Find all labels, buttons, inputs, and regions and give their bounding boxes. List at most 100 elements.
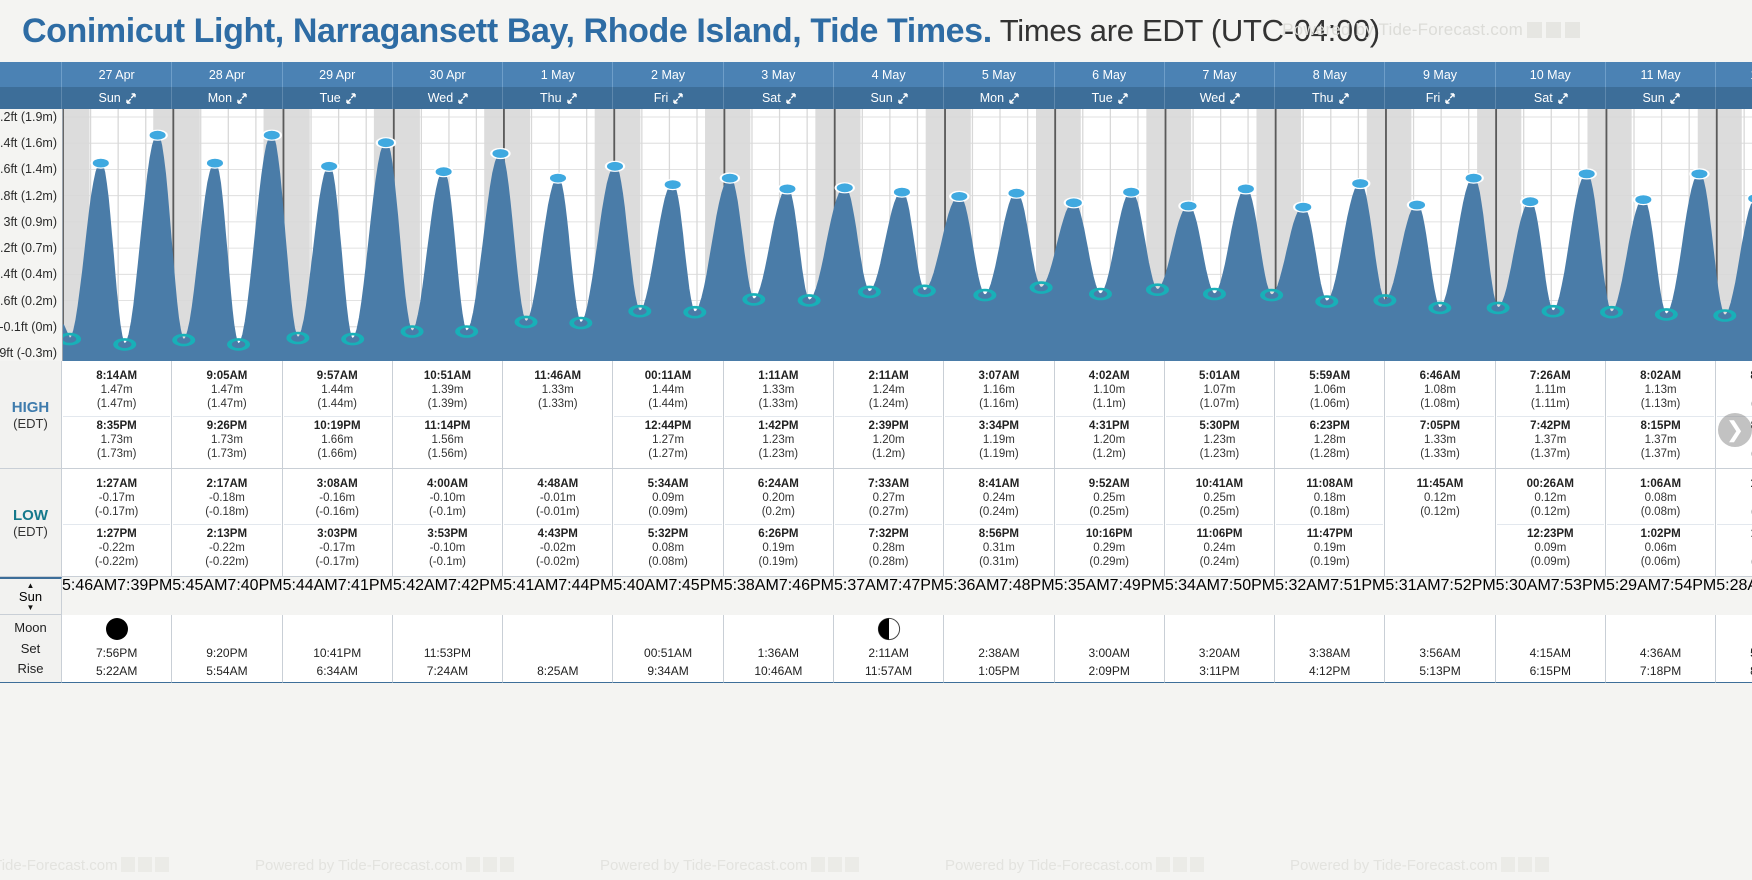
tide-height-alt: (-0.17m) [315,556,359,569]
date-header-3[interactable]: 30 Apr [392,62,504,87]
day-header-13[interactable]: Sat [1495,87,1606,109]
expand-arrow-icon[interactable] [1557,92,1568,104]
tide-event: 00:26AM 0.12m (0.12m) [1497,475,1604,522]
high-tide-cell-10: 5:01AM 1.07m (1.07m) 5:30PM 1.23m (1.23m) [1164,361,1276,470]
sunset-time: 7:41PM [337,577,393,595]
date-header-6[interactable]: 3 May [723,62,834,87]
date-header-2[interactable]: 29 Apr [282,62,393,87]
tide-event: 4:48AM -0.01m (-0.01m) [504,475,611,522]
date-header-0[interactable]: 27 Apr [62,62,173,87]
high-tide-marker [204,157,226,169]
tide-height-alt: (1.23m) [1199,448,1240,461]
expand-arrow-icon[interactable] [1445,92,1455,104]
tide-height-alt: (1.56m) [427,448,468,461]
tide-height: 0.19m [762,542,795,555]
day-header-14[interactable]: Sun [1605,87,1717,109]
high-tide-cell-6: 1:11AM 1.33m (1.33m) 1:42PM 1.23m (1.23m) [723,361,834,470]
moon-cell-5: 00:51AM 9:34AM [613,615,724,684]
tide-event: 11:47PM 0.19m (0.19m) [1276,524,1384,572]
tide-height: 1.73m [100,434,133,447]
tide-height: 0.19m [1313,542,1346,555]
tide-height-alt: (1.47m) [96,398,137,411]
date-header-1[interactable]: 28 Apr [172,62,283,87]
expand-arrow-icon[interactable] [566,92,577,104]
expand-arrow-icon[interactable] [237,92,247,104]
day-name: Sun [870,91,893,105]
next-page-arrow-icon[interactable]: ❯ [1718,413,1752,447]
expand-arrow-icon[interactable] [786,92,796,104]
day-header-0[interactable]: Sun [62,87,173,109]
tide-event: 9:57AM 1.44m (1.44m) [284,367,391,414]
tide-height: -0.22m [209,542,245,555]
moonrise-time: 6:15PM [1529,663,1571,678]
sun-cell-5: 5:40AM7:45PM [613,577,723,615]
tide-height-alt: (0.31m) [979,556,1019,569]
date-header-12[interactable]: 9 May [1385,62,1496,87]
expand-arrow-icon[interactable] [1009,92,1019,104]
day-header-11[interactable]: Thu [1275,87,1386,109]
moon-times: 3:20AM 3:11PM [1199,645,1240,682]
tide-time: 11:46AM [534,370,582,382]
expand-arrow-icon[interactable] [1338,92,1349,104]
date-header-14[interactable]: 11 May [1605,62,1717,87]
sunrise-time: 5:40AM [613,577,669,595]
day-name: Sat [761,91,781,105]
high-tide-cell-2: 9:57AM 1.44m (1.44m) 10:19PM 1.66m (1.66m) [282,361,393,470]
expand-arrow-icon[interactable] [1230,92,1240,104]
expand-arrow-icon[interactable] [458,92,468,104]
expand-arrow-icon[interactable] [1670,92,1680,104]
tide-time: 8:56PM [978,528,1020,541]
tide-height: 1.28m [1313,434,1346,447]
tide-time: 1:46AM [1717,477,1752,491]
day-header-3[interactable]: Wed [392,87,504,109]
expand-arrow-icon[interactable] [126,92,136,104]
date-header-4[interactable]: 1 May [503,62,614,87]
low-tide-cell-7: 7:33AM 0.27m (0.27m) 7:32PM 0.28m (0.28m) [833,469,945,578]
tide-event: 4:00AM -0.10m (-0.1m) [394,475,501,522]
date-header-11[interactable]: 8 May [1275,62,1386,87]
date-header-7[interactable]: 4 May [833,62,945,87]
tide-time: 9:57AM [316,370,358,382]
sunset-time: 7:54PM [1661,577,1717,595]
tide-time: 8:14AM [96,370,138,382]
watermark-icon-3 [1565,22,1580,38]
day-header-10[interactable]: Wed [1164,87,1276,109]
date-header-13[interactable]: 10 May [1495,62,1606,87]
tide-height-alt: (0.29m) [1089,556,1129,569]
date-header-9[interactable]: 6 May [1054,62,1165,87]
day-header-12[interactable]: Fri [1385,87,1496,109]
day-header-1[interactable]: Mon [172,87,283,109]
day-header-5[interactable]: Fri [613,87,724,109]
date-header-15[interactable]: 12 May [1716,62,1752,87]
day-name: Tue [319,91,341,105]
day-header-7[interactable]: Sun [833,87,945,109]
high-tide-marker [147,129,168,141]
y-axis-tick-4: 3ft (0.9m) [3,214,58,229]
low-tide-cell-5: 5:34AM 0.09m (0.09m) 5:32PM 0.08m (0.08m) [613,469,724,578]
day-header-8[interactable]: Mon [944,87,1055,109]
day-header-2[interactable]: Tue [282,87,393,109]
expand-arrow-icon[interactable] [1118,92,1128,104]
expand-arrow-icon[interactable] [898,92,908,104]
day-header-6[interactable]: Sat [723,87,834,109]
moonset-time: 11:53PM [423,646,472,661]
tide-height: 1.47m [210,384,243,397]
day-header-15[interactable]: Mon [1716,87,1752,109]
date-header-5[interactable]: 2 May [613,62,724,87]
day-header-9[interactable]: Tue [1054,87,1165,109]
expand-arrow-icon[interactable] [346,92,356,104]
tide-event: 10:41AM 0.25m (0.25m) [1166,475,1273,522]
tide-time: 5:59AM [1309,370,1351,382]
sunset-time: 7:42PM [447,577,504,595]
date-header-8[interactable]: 5 May [944,62,1055,87]
tide-time: 6:24AM [757,478,799,491]
sun-cell-11: 5:32AM7:51PM [1275,577,1385,615]
tide-time: 1:27PM [96,528,137,541]
sunset-arrow-icon: ▼ [26,603,35,613]
tide-height-alt: (1.33m) [758,398,799,411]
y-axis-tick-1: 5.4ft (1.6m) [0,136,57,151]
day-header-4[interactable]: Thu [503,87,614,109]
tide-height-alt: (1.07m) [1199,398,1240,411]
expand-arrow-icon[interactable] [673,92,684,104]
date-header-10[interactable]: 7 May [1164,62,1276,87]
